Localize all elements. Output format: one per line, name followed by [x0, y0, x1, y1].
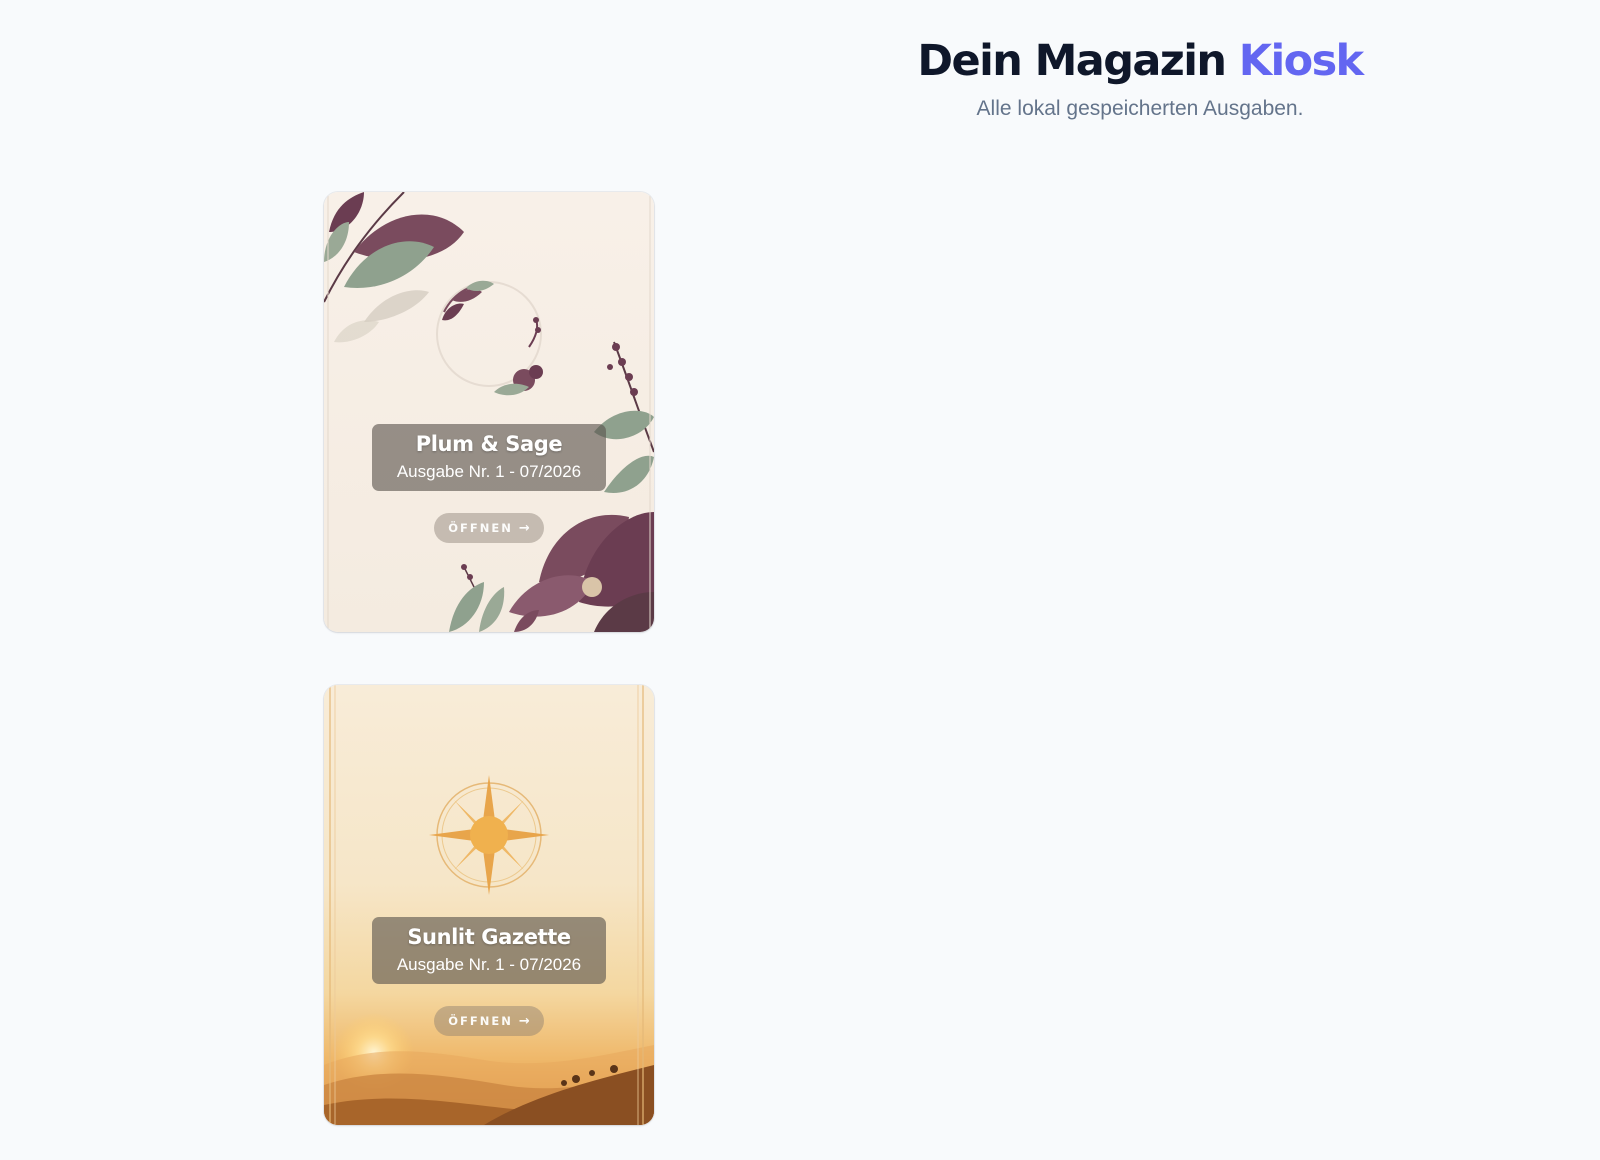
open-button-label: ÖFFNEN	[448, 521, 513, 535]
open-button-sunlit-gazette[interactable]: ÖFFNEN →	[434, 1006, 544, 1036]
arrow-right-icon: →	[518, 520, 530, 536]
magazine-issue: Ausgabe Nr. 1 - 07/2026	[396, 462, 582, 481]
page-title: Dein Magazin Kiosk	[840, 30, 1440, 92]
open-button-plum-sage[interactable]: ÖFFNEN →	[434, 513, 544, 543]
magazine-title-box: Sunlit Gazette Ausgabe Nr. 1 - 07/2026	[372, 917, 606, 984]
sun-cover-image	[324, 685, 654, 1125]
floral-cover-image	[324, 192, 654, 632]
page-subtitle: Alle lokal gespeicherten Ausgaben.	[976, 97, 1304, 120]
magazine-name: Sunlit Gazette	[407, 925, 571, 949]
page-title-main: Dein Magazin	[917, 36, 1227, 86]
page-header: Dein Magazin Kiosk Alle lokal gespeicher…	[840, 30, 1440, 124]
magazine-card-sunlit-gazette[interactable]: Sunlit Gazette Ausgabe Nr. 1 - 07/2026 Ö…	[324, 685, 654, 1125]
magazine-card-plum-sage[interactable]: Plum & Sage Ausgabe Nr. 1 - 07/2026 ÖFFN…	[324, 192, 654, 632]
magazine-name: Plum & Sage	[415, 432, 563, 456]
page-title-accent: Kiosk	[1238, 36, 1364, 86]
magazine-issue: Ausgabe Nr. 1 - 07/2026	[396, 955, 582, 974]
arrow-right-icon: →	[518, 1013, 530, 1029]
open-button-label: ÖFFNEN	[448, 1014, 513, 1028]
magazine-title-box: Plum & Sage Ausgabe Nr. 1 - 07/2026	[372, 424, 606, 491]
